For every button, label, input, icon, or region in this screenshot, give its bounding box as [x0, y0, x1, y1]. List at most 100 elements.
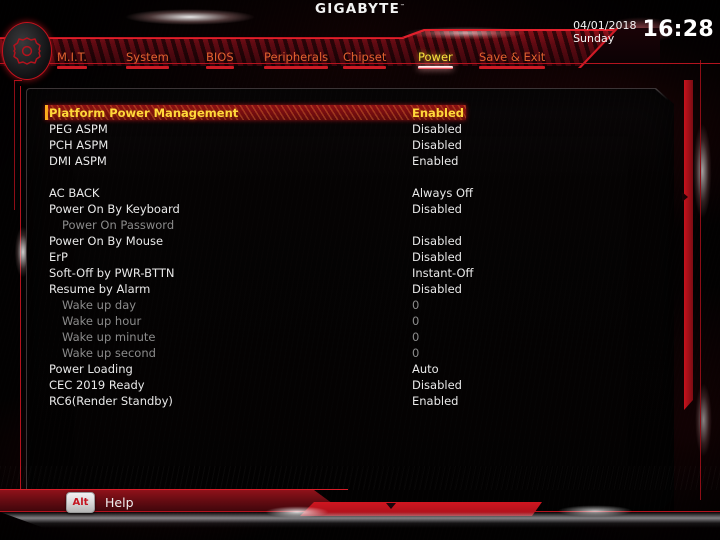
setting-name: AC BACK — [49, 186, 100, 200]
header-glow-center — [370, 22, 560, 44]
tab-underline — [264, 66, 329, 69]
setting-value[interactable]: Disabled — [412, 138, 462, 152]
footer-glow-left — [232, 498, 362, 526]
setting-name: PCH ASPM — [49, 138, 109, 152]
settings-row[interactable]: RC6(Render Standby) Enabled — [49, 393, 657, 409]
tab-m-i-t[interactable]: M.I.T. — [57, 50, 87, 69]
setting-value[interactable]: Instant-Off — [412, 266, 473, 280]
right-edge-glow-bottom — [690, 360, 720, 480]
setting-value[interactable]: 0 — [412, 314, 419, 328]
tab-peripherals[interactable]: Peripherals — [264, 50, 329, 69]
left-edge-line-secondary — [14, 80, 15, 210]
setting-name: CEC 2019 Ready — [49, 378, 145, 392]
tab-underline — [206, 66, 234, 69]
settings-row[interactable]: Wake up second 0 — [49, 345, 657, 361]
settings-row[interactable]: Wake up day 0 — [49, 297, 657, 313]
datetime-display: 04/01/2018 Sunday 16:28 — [573, 18, 714, 46]
settings-row[interactable]: ErP Disabled — [49, 249, 657, 265]
tab-underline — [479, 66, 546, 69]
tab-bios[interactable]: BIOS — [206, 50, 234, 69]
setting-name: Power On By Keyboard — [49, 202, 180, 216]
settings-row[interactable]: PEG ASPM Disabled — [49, 121, 657, 137]
settings-row[interactable]: Soft-Off by PWR-BTTN Instant-Off — [49, 265, 657, 281]
settings-panel: Platform Power Management Enabled PEG ASPM… — [26, 88, 674, 512]
tab-label: System — [126, 50, 169, 64]
setting-name: ErP — [49, 250, 68, 264]
settings-row[interactable]: PCH ASPM Disabled — [49, 137, 657, 153]
settings-row[interactable]: Wake up hour 0 — [49, 313, 657, 329]
tab-chipset[interactable]: Chipset — [343, 50, 387, 69]
settings-row-spacer — [49, 169, 657, 185]
help-label: Help — [105, 495, 134, 510]
settings-list: Platform Power Management Enabled PEG ASPM… — [45, 105, 657, 409]
setting-value[interactable]: Disabled — [412, 122, 462, 136]
setting-value[interactable]: Disabled — [412, 250, 462, 264]
setting-name: Power Loading — [49, 362, 133, 376]
main-nav-tabs: M.I.T. System BIOS Peripherals Chipset Power S… — [0, 50, 600, 70]
settings-row[interactable]: AC BACK Always Off — [49, 185, 657, 201]
tab-label: Power — [418, 50, 453, 64]
tab-label: BIOS — [206, 50, 234, 64]
settings-row[interactable]: CEC 2019 Ready Disabled — [49, 377, 657, 393]
setting-name: RC6(Render Standby) — [49, 394, 173, 408]
settings-row[interactable]: Resume by Alarm Disabled — [49, 281, 657, 297]
right-edge-line — [700, 60, 701, 500]
trademark-symbol: ™ — [400, 3, 405, 10]
current-time: 16:28 — [642, 17, 714, 42]
tab-label: Chipset — [343, 50, 387, 64]
tab-underline — [57, 66, 87, 69]
right-scroll-marker-icon[interactable] — [682, 192, 688, 202]
setting-value[interactable]: 0 — [412, 298, 419, 312]
setting-value[interactable]: Enabled — [412, 394, 458, 408]
help-hint[interactable]: Alt Help — [66, 492, 134, 513]
settings-row[interactable]: DMI ASPM Enabled — [49, 153, 657, 169]
setting-value[interactable]: Disabled — [412, 378, 462, 392]
setting-name: Resume by Alarm — [49, 282, 151, 296]
footer-down-arrow-icon — [386, 503, 396, 509]
setting-value[interactable]: Disabled — [412, 202, 462, 216]
setting-name: Platform Power Management — [49, 106, 239, 120]
setting-name: Wake up minute — [62, 330, 156, 344]
setting-name: DMI ASPM — [49, 154, 107, 168]
setting-name: Power On Password — [62, 218, 175, 232]
setting-name: PEG ASPM — [49, 122, 108, 136]
settings-row[interactable]: Power Loading Auto — [49, 361, 657, 377]
setting-value[interactable]: 0 — [412, 346, 419, 360]
footer-hatch — [0, 466, 720, 490]
setting-name: Wake up second — [62, 346, 156, 360]
tab-label: Save & Exit — [479, 50, 546, 64]
settings-row[interactable]: Power On By Mouse Disabled — [49, 233, 657, 249]
setting-name: Wake up hour — [62, 314, 142, 328]
current-weekday: Sunday — [573, 31, 615, 45]
setting-value[interactable]: Enabled — [412, 154, 458, 168]
footer-glow-right — [520, 498, 670, 524]
tab-label: Peripherals — [264, 50, 329, 64]
setting-name: Wake up day — [62, 298, 137, 312]
tab-save-exit[interactable]: Save & Exit — [479, 50, 546, 69]
setting-value[interactable]: Enabled — [412, 106, 464, 120]
setting-value[interactable]: Always Off — [412, 186, 473, 200]
brand-name: GIGABYTE — [315, 1, 400, 17]
footer-band-line — [0, 489, 348, 490]
right-edge-band — [684, 80, 693, 410]
setting-value[interactable]: Disabled — [412, 282, 462, 296]
tab-underline — [418, 66, 453, 69]
settings-row[interactable]: Wake up minute 0 — [49, 329, 657, 345]
tab-underline — [126, 66, 169, 69]
settings-row[interactable]: Power On Password — [49, 217, 657, 233]
brand-logo: GIGABYTE™ — [0, 1, 720, 18]
tab-label: M.I.T. — [57, 50, 87, 64]
setting-value[interactable]: 0 — [412, 330, 419, 344]
setting-value[interactable]: Disabled — [412, 234, 462, 248]
alt-key-label: Alt — [72, 496, 89, 508]
header-top-edge-line — [0, 37, 404, 38]
tab-power[interactable]: Power — [418, 50, 453, 69]
tab-underline — [343, 66, 387, 69]
tab-system[interactable]: System — [126, 50, 169, 69]
setting-name: Soft-Off by PWR-BTTN — [49, 266, 175, 280]
settings-row[interactable]: Platform Power Management Enabled — [45, 105, 657, 121]
settings-row[interactable]: Power On By Keyboard Disabled — [49, 201, 657, 217]
setting-value[interactable]: Auto — [412, 362, 439, 376]
left-edge-hook — [14, 80, 22, 81]
setting-name: Power On By Mouse — [49, 234, 164, 248]
